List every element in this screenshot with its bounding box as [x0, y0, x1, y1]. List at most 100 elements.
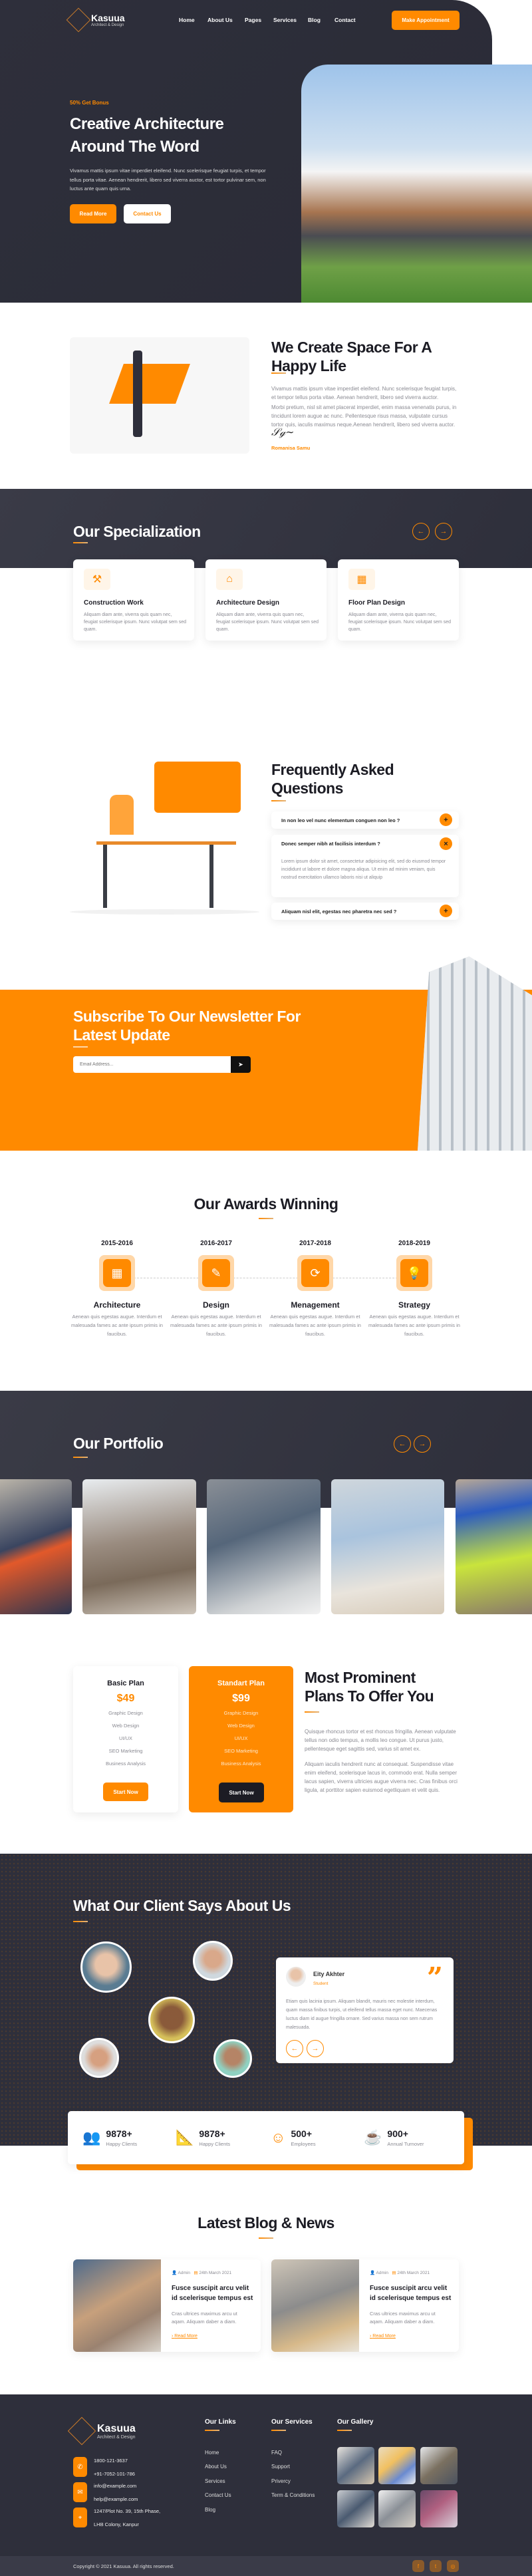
- faq-title-line2: Questions: [271, 780, 343, 797]
- make-appointment-button[interactable]: Make Appointment: [392, 11, 460, 30]
- next-arrow-button[interactable]: →: [435, 523, 452, 540]
- brand-tagline: Architect & Design: [97, 2434, 136, 2440]
- nav-blog[interactable]: Blog: [308, 17, 321, 23]
- client-avatar[interactable]: [213, 2039, 252, 2078]
- read-more-label: Read More: [174, 2334, 198, 2339]
- email-input[interactable]: [73, 1056, 233, 1073]
- client-avatar[interactable]: [79, 2038, 119, 2078]
- faq-item-open[interactable]: Donec semper nibh at facilisis interdum …: [271, 835, 459, 897]
- faq-question: In non leo vel nunc elementum conguen no…: [281, 817, 400, 823]
- client-avatar[interactable]: [193, 1941, 233, 1981]
- stat-label: Happy Clients: [199, 2141, 231, 2147]
- blog-image: [271, 2259, 359, 2352]
- footer-logo[interactable]: Kasuua Architect & Design: [67, 2416, 136, 2446]
- plan-feature: UI/UX: [234, 1735, 248, 1741]
- email-1[interactable]: info@example.com: [94, 2480, 138, 2493]
- specialization-card[interactable]: ▦ Floor Plan Design Aliquam diam ante, v…: [338, 559, 459, 641]
- client-avatar[interactable]: [80, 1941, 132, 1993]
- footer-link-support[interactable]: Support: [271, 2464, 290, 2470]
- gallery-image[interactable]: [378, 2447, 416, 2484]
- gallery-image[interactable]: [378, 2490, 416, 2527]
- brand-name: Kasuua: [97, 2422, 136, 2434]
- nav-services[interactable]: Services: [273, 17, 297, 23]
- pricing-p1: Quisque rhoncus tortor et est rhoncus fr…: [305, 1729, 456, 1752]
- gallery-image[interactable]: [337, 2447, 374, 2484]
- coffee-icon: ☕: [364, 2129, 382, 2146]
- start-now-button[interactable]: Start Now: [219, 1783, 264, 1802]
- read-more-link[interactable]: › Read More: [370, 2334, 396, 2339]
- award-years: 2018-2019: [398, 1240, 430, 1247]
- faq-item[interactable]: In non leo vel nunc elementum conguen no…: [271, 811, 459, 829]
- footer-link-home[interactable]: Home: [205, 2450, 219, 2456]
- nav-pages[interactable]: Pages: [245, 17, 261, 23]
- specialization-title: Our Specialization: [73, 523, 201, 540]
- portfolio-image[interactable]: [0, 1479, 72, 1614]
- pricing-title: Most Prominent Plans To Offer You: [305, 1668, 434, 1705]
- blog-image: [73, 2259, 161, 2352]
- plan-feature: Web Design: [112, 1723, 140, 1729]
- hero-title: Creative Architecture Around The Word: [70, 113, 224, 158]
- logo[interactable]: Kasuua Architect & Design: [66, 7, 125, 33]
- post-title[interactable]: Fusce suscipit arcu velit id scelerisque…: [172, 2283, 255, 2303]
- logo-icon: [66, 7, 91, 33]
- footer-link-terms[interactable]: Term & Conditions: [271, 2492, 315, 2498]
- portfolio-image[interactable]: [82, 1479, 196, 1614]
- about-author: Romanisa Samu: [271, 445, 311, 451]
- twitter-icon[interactable]: t: [430, 2560, 442, 2572]
- lightbulb-icon: 💡: [400, 1259, 428, 1287]
- contact-us-button[interactable]: Contact Us: [124, 204, 171, 223]
- portfolio-image[interactable]: [456, 1479, 532, 1614]
- faq-item[interactable]: Aliquam nisl elit, egestas nec pharetra …: [271, 903, 459, 920]
- start-now-button[interactable]: Start Now: [103, 1783, 148, 1801]
- nav-home[interactable]: Home: [179, 17, 195, 23]
- plus-icon[interactable]: +: [440, 813, 452, 826]
- plan-price: $49: [116, 1693, 135, 1704]
- award-item: 2017-2018 ⟳ Menagement Aenean quis egestas …: [269, 1240, 362, 1338]
- read-more-link[interactable]: › Read More: [172, 2334, 198, 2339]
- prev-testimonial-button[interactable]: ←: [286, 2040, 303, 2057]
- footer-link-about[interactable]: About Us: [205, 2464, 227, 2470]
- send-button[interactable]: ➤: [231, 1056, 251, 1073]
- close-icon[interactable]: ×: [440, 837, 452, 850]
- award-text: Aenean quis egestas augue. Interdum et m…: [170, 1314, 262, 1337]
- phone-2[interactable]: +91-7052-101-786: [94, 2468, 135, 2481]
- phone-1[interactable]: 1800-121-3637: [94, 2454, 135, 2468]
- pencil-ruler-icon: ✎: [202, 1259, 230, 1287]
- nav-contact[interactable]: Contact: [334, 17, 356, 23]
- prev-arrow-button[interactable]: ←: [412, 523, 430, 540]
- hero-kicker: 50% Get Bonus: [70, 100, 109, 106]
- gallery-image[interactable]: [420, 2447, 458, 2484]
- portfolio-image[interactable]: [331, 1479, 444, 1614]
- facebook-icon[interactable]: f: [412, 2560, 424, 2572]
- footer-link-privacy[interactable]: Privercy: [271, 2478, 291, 2484]
- footer-link-blog[interactable]: Blog: [205, 2507, 215, 2513]
- instagram-icon[interactable]: ◎: [447, 2560, 459, 2572]
- blog-card[interactable]: 👤 Admin ▤ 24th March 2021 Fusce suscipit…: [73, 2259, 261, 2352]
- prev-arrow-button[interactable]: ←: [394, 1435, 411, 1453]
- specialization-card[interactable]: ⌂ Architecture Design Aliquam diam ante,…: [205, 559, 327, 641]
- brand-tagline: Architect & Design: [91, 23, 124, 27]
- footer-link-faq[interactable]: FAQ: [271, 2450, 282, 2456]
- gallery-image[interactable]: [420, 2490, 458, 2527]
- management-cycle-icon: ⟳: [301, 1259, 329, 1287]
- email-2[interactable]: help@example.com: [94, 2493, 138, 2506]
- footer-link-services[interactable]: Services: [205, 2478, 225, 2484]
- portfolio-image[interactable]: [207, 1479, 321, 1614]
- stat-label: Employees: [291, 2141, 316, 2147]
- next-arrow-button[interactable]: →: [414, 1435, 431, 1453]
- plus-icon[interactable]: +: [440, 905, 452, 917]
- next-testimonial-button[interactable]: →: [307, 2040, 324, 2057]
- footer-link-contact[interactable]: Contact Us: [205, 2492, 231, 2498]
- card-text: Aliquam diam ante, viverra quis quam nec…: [216, 613, 319, 632]
- testimonial-card: Eity Akhter Student ” Etiam quis lacinia…: [276, 1957, 454, 2063]
- nav-about[interactable]: About Us: [207, 17, 233, 23]
- gallery-image[interactable]: [337, 2490, 374, 2527]
- post-title[interactable]: Fusce suscipit arcu velit id scelerisque…: [370, 2283, 453, 2303]
- blog-card[interactable]: 👤 Admin ▤ 24th March 2021 Fusce suscipit…: [271, 2259, 459, 2352]
- hero-image: [301, 65, 532, 303]
- read-more-button[interactable]: Read More: [70, 204, 116, 223]
- award-name: Architecture: [93, 1300, 141, 1310]
- specialization-card[interactable]: ⚒ Construction Work Aliquam diam ante, v…: [73, 559, 194, 641]
- plan-feature: SEO Marketing: [108, 1748, 143, 1754]
- client-avatar[interactable]: [148, 1997, 195, 2043]
